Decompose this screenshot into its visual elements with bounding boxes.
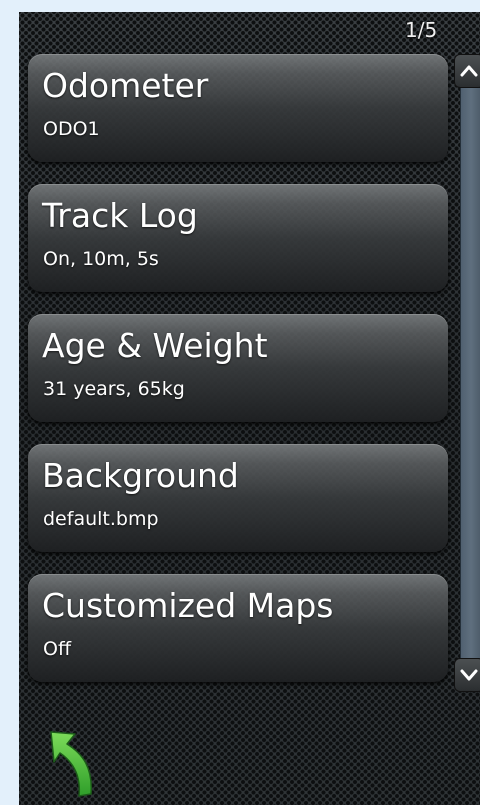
settings-item-background[interactable]: Background default.bmp bbox=[28, 444, 448, 552]
settings-item-title: Customized Maps bbox=[42, 586, 334, 625]
settings-item-value: 31 years, 65kg bbox=[43, 378, 185, 400]
scroll-up-button[interactable] bbox=[454, 54, 480, 88]
settings-screen: 1/5 Odometer ODO1 Track Log On, 10m, 5s … bbox=[19, 12, 480, 805]
scrollbar[interactable] bbox=[454, 54, 480, 694]
settings-item-age-weight[interactable]: Age & Weight 31 years, 65kg bbox=[28, 314, 448, 422]
settings-item-value: ODO1 bbox=[43, 118, 100, 140]
settings-item-title: Odometer bbox=[42, 66, 209, 105]
chevron-up-icon bbox=[460, 65, 478, 77]
back-arrow-icon bbox=[50, 731, 92, 797]
settings-item-customized-maps[interactable]: Customized Maps Off bbox=[28, 574, 448, 682]
settings-item-value: On, 10m, 5s bbox=[43, 248, 159, 270]
settings-item-value: Off bbox=[43, 638, 72, 660]
scroll-track[interactable] bbox=[460, 88, 480, 658]
chevron-down-icon bbox=[460, 669, 478, 681]
settings-item-title: Age & Weight bbox=[42, 326, 268, 365]
scroll-down-button[interactable] bbox=[454, 658, 480, 692]
page-indicator: 1/5 bbox=[405, 18, 438, 42]
settings-item-track-log[interactable]: Track Log On, 10m, 5s bbox=[28, 184, 448, 292]
back-button[interactable] bbox=[45, 726, 105, 800]
settings-item-title: Background bbox=[42, 456, 239, 495]
settings-item-odometer[interactable]: Odometer ODO1 bbox=[28, 54, 448, 162]
settings-item-title: Track Log bbox=[42, 196, 198, 235]
settings-item-value: default.bmp bbox=[43, 508, 159, 530]
